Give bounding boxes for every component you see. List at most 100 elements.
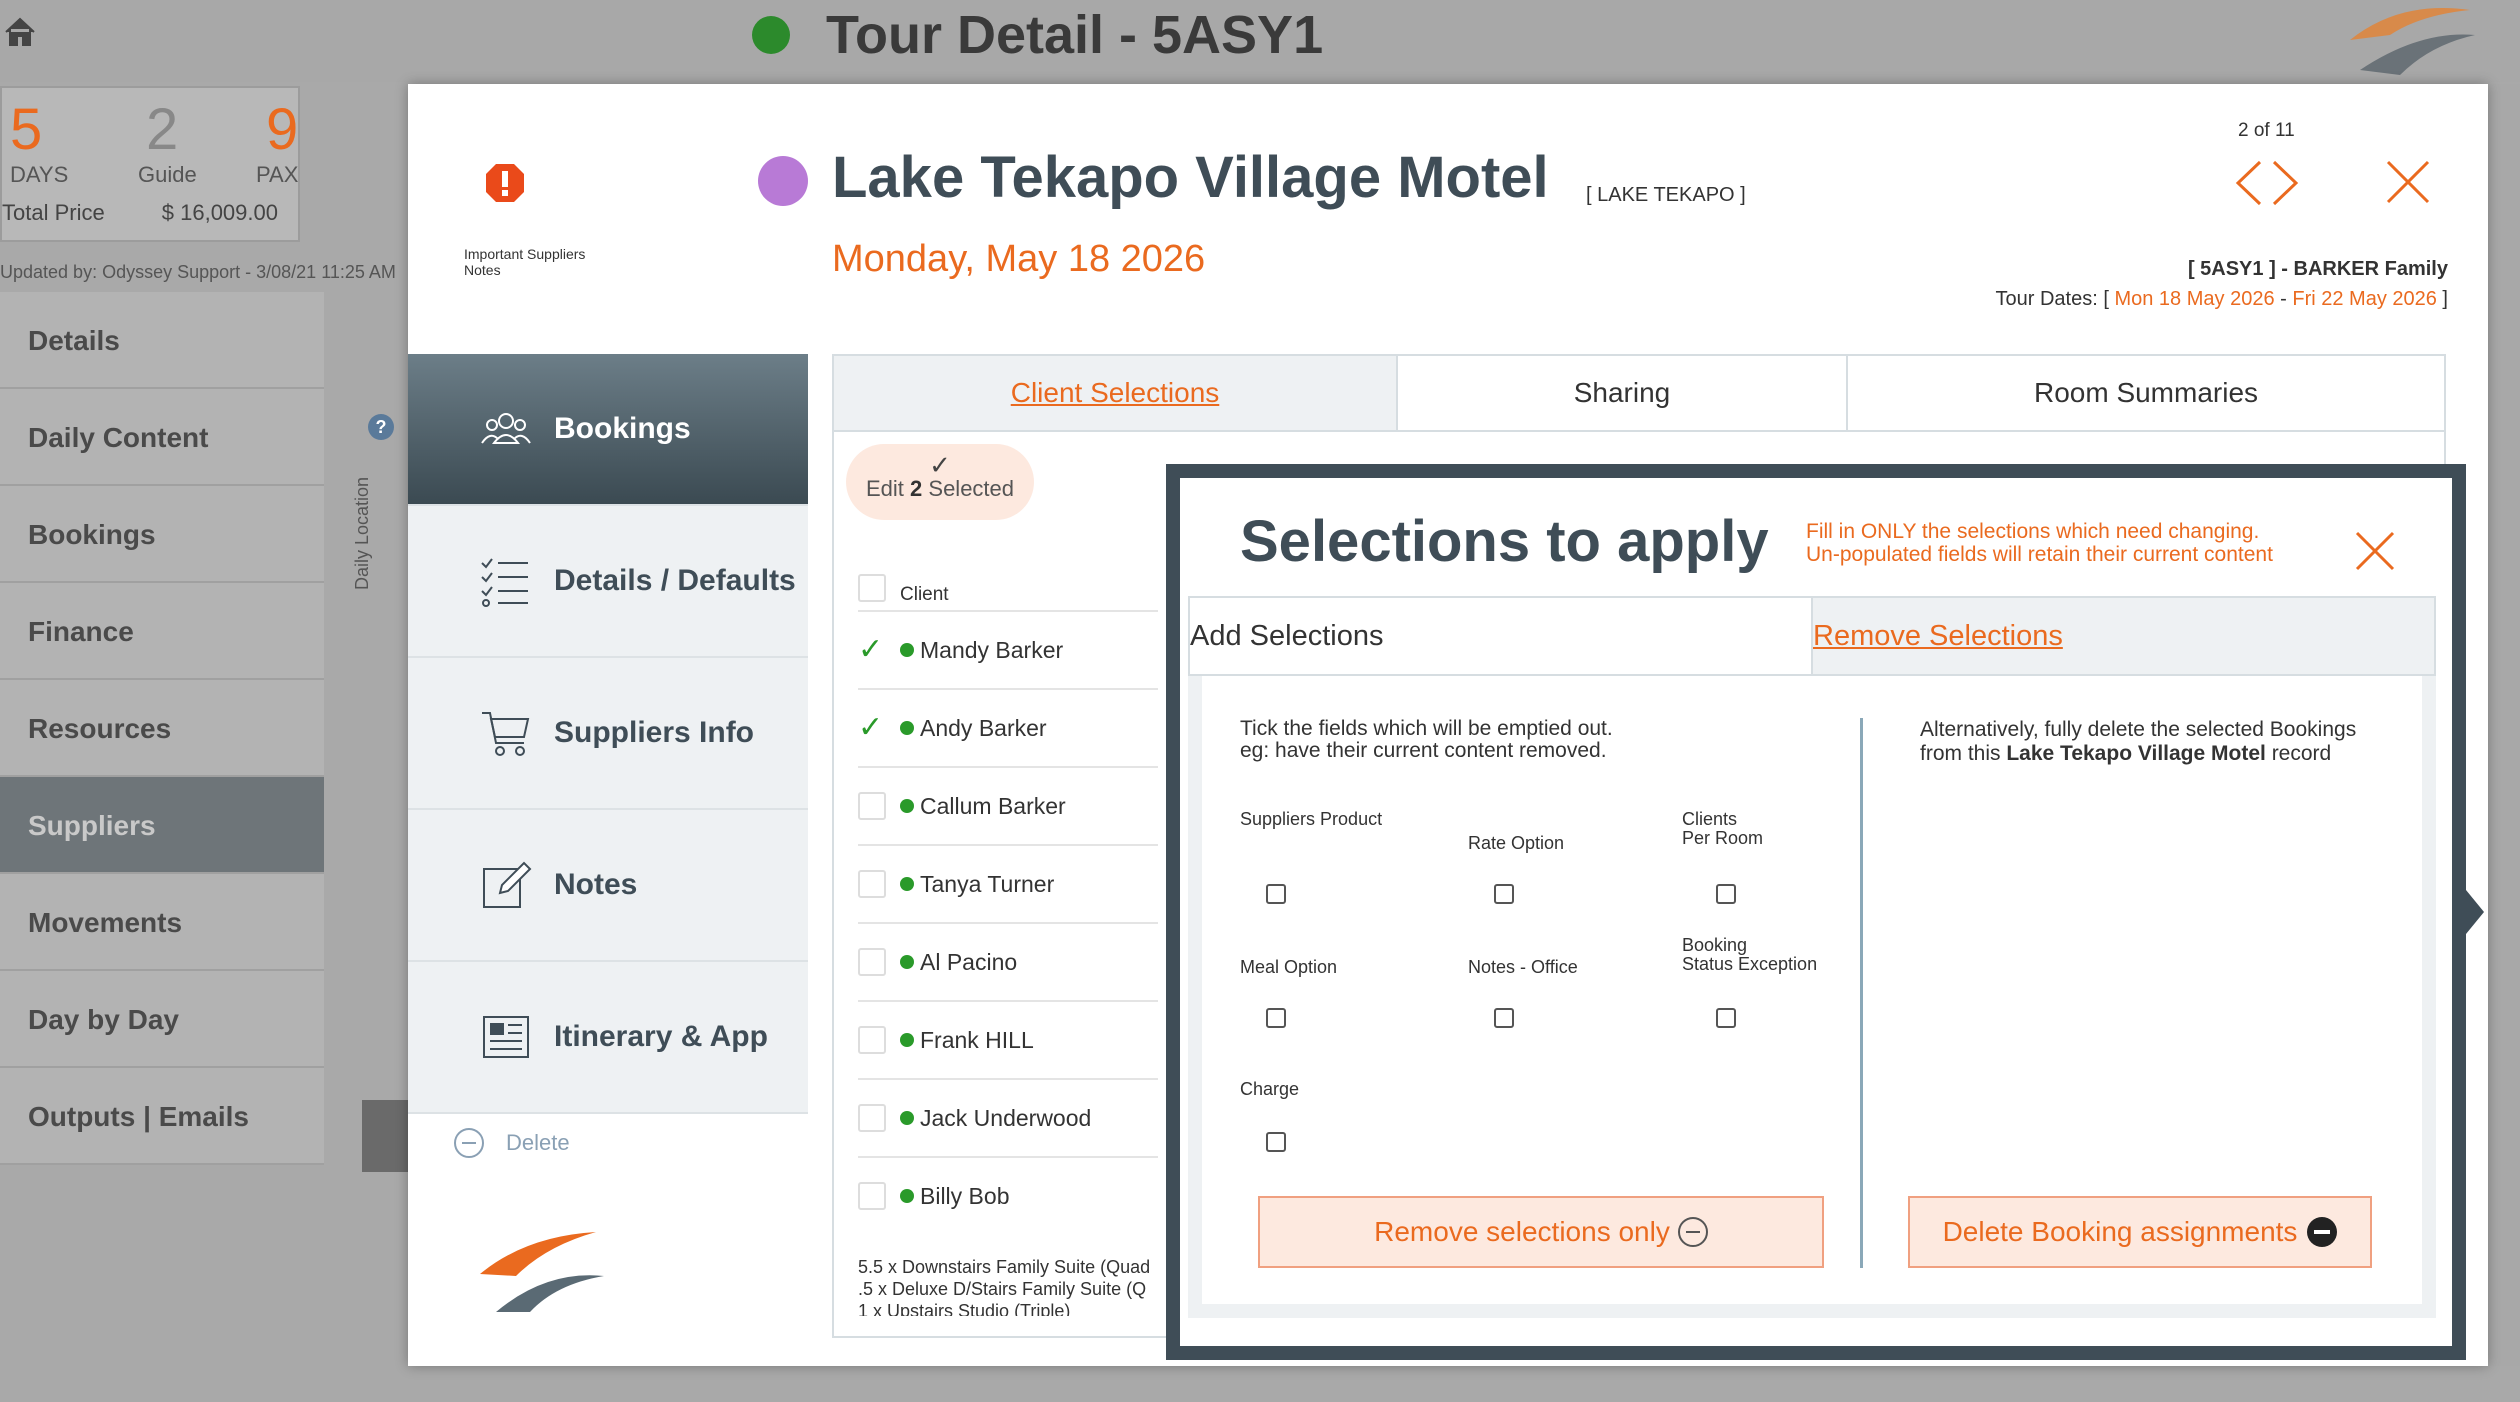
check-icon[interactable]: ✓ — [858, 713, 886, 743]
check-icon[interactable]: ✓ — [858, 635, 886, 665]
minus-circle-icon — [1677, 1217, 1708, 1247]
field-label-clients-per-room: Clients Per Room — [1682, 810, 1763, 848]
sidebar-item-movements[interactable]: Movements — [0, 874, 324, 971]
meal-option-checkbox[interactable] — [1266, 1008, 1286, 1028]
supplier-date: Monday, May 18 2026 — [832, 238, 1206, 280]
client-row[interactable]: Billy Bob — [858, 1156, 1158, 1234]
field-label-notes-office: Notes - Office — [1468, 957, 1578, 977]
booking-tabs: Client Selections Sharing Room Summaries — [832, 354, 2446, 432]
room-note: 5.5 x Downstairs Family Suite (Quad — [858, 1257, 1151, 1277]
sidebar-item-details[interactable]: Details — [0, 292, 324, 389]
instruction-line: Tick the fields which will be emptied ou… — [1240, 717, 1613, 740]
client-row[interactable]: Tanya Turner — [858, 844, 1158, 922]
client-name: Al Pacino — [920, 948, 1018, 975]
tab-client-selections[interactable]: Client Selections — [834, 356, 1398, 430]
suppliers-product-checkbox[interactable] — [1266, 884, 1286, 904]
edit-selected-button[interactable]: ✓ Edit 2 Selected — [846, 444, 1034, 520]
room-summary-notes: 5.5 x Downstairs Family Suite (Quad .5 x… — [858, 1256, 1178, 1316]
sidebar-nav: Details Daily Content Bookings Finance R… — [0, 292, 324, 1165]
tab-add-selections[interactable]: Add Selections — [1190, 598, 1813, 674]
important-notes-icon[interactable] — [484, 162, 526, 204]
client-name: Callum Barker — [920, 792, 1066, 819]
minus-circle-filled-icon — [2307, 1217, 2338, 1247]
client-row[interactable]: Jack Underwood — [858, 1078, 1158, 1156]
tour-dates-close: ] — [2436, 288, 2448, 310]
client-checkbox[interactable] — [858, 870, 886, 898]
tab-room-summaries[interactable]: Room Summaries — [1848, 356, 2444, 430]
alt-text-post: record — [2271, 742, 2332, 765]
status-dot — [900, 643, 914, 657]
client-name: Mandy Barker — [920, 636, 1064, 663]
close-icon[interactable] — [2354, 530, 2396, 572]
close-icon[interactable] — [2384, 158, 2432, 206]
client-row[interactable]: Al Pacino — [858, 922, 1158, 1000]
sidebar-item-outputs-emails[interactable]: Outputs | Emails — [0, 1068, 324, 1165]
menu-item-label: Suppliers Info — [554, 716, 755, 749]
chevron-left-icon[interactable] — [2232, 158, 2266, 208]
status-dot — [900, 721, 914, 735]
pax-label: PAX — [256, 162, 299, 187]
status-dot — [900, 877, 914, 891]
minus-circle-icon — [454, 1128, 484, 1158]
menu-item-label: Details / Defaults — [554, 564, 796, 597]
menu-item-label: Bookings — [554, 412, 691, 445]
client-row[interactable]: Frank HILL — [858, 1000, 1158, 1078]
brand-logo — [480, 1232, 604, 1312]
client-checkbox[interactable] — [858, 1182, 886, 1210]
menu-item-bookings[interactable]: Bookings — [408, 354, 808, 506]
add-button[interactable] — [362, 1100, 410, 1172]
booking-status-exception-checkbox[interactable] — [1716, 1008, 1736, 1028]
menu-item-itinerary-app[interactable]: Itinerary & App — [408, 962, 808, 1114]
tour-end-date: Fri 22 May 2026 — [2292, 288, 2437, 310]
client-row[interactable]: Callum Barker — [858, 766, 1158, 844]
sidebar-item-finance[interactable]: Finance — [0, 583, 324, 680]
sidebar-item-daily-content[interactable]: Daily Content — [0, 389, 324, 486]
client-row[interactable]: ✓ Mandy Barker — [858, 610, 1158, 688]
sidebar-item-resources[interactable]: Resources — [0, 680, 324, 777]
client-name: Frank HILL — [920, 1026, 1034, 1053]
delete-booking-assignments-button[interactable]: Delete Booking assignments — [1908, 1196, 2372, 1268]
checkmark-icon: ✓ — [929, 450, 951, 480]
status-dot — [900, 1189, 914, 1203]
pager: 2 of 11 — [2238, 120, 2295, 141]
sidebar-item-bookings[interactable]: Bookings — [0, 486, 324, 583]
sidebar-item-suppliers[interactable]: Suppliers — [0, 777, 324, 874]
page-title: Tour Detail - 5ASY1 — [826, 5, 1324, 65]
delete-booking-label: Delete Booking assignments — [1942, 1216, 2298, 1247]
client-checkbox[interactable] — [858, 1104, 886, 1132]
menu-item-notes[interactable]: Notes — [408, 810, 808, 962]
delete-alternative-text: Alternatively, fully delete the selected… — [1920, 718, 2360, 766]
select-all-checkbox[interactable] — [858, 574, 886, 602]
client-checkbox[interactable] — [858, 1026, 886, 1054]
status-dot — [900, 1033, 914, 1047]
supplier-location: [ LAKE TEKAPO ] — [1586, 184, 1746, 206]
status-dot — [752, 16, 790, 54]
room-note: 1 x Upstairs Studio (Triple) — [858, 1301, 1071, 1316]
guide-value: 2 — [146, 97, 179, 162]
remove-selections-label: Remove selections only — [1374, 1216, 1670, 1247]
home-icon[interactable] — [2, 14, 38, 50]
field-label-line: Clients — [1682, 809, 1738, 829]
clients-per-room-checkbox[interactable] — [1716, 884, 1736, 904]
delete-link[interactable]: Delete — [454, 1128, 570, 1158]
newspaper-icon — [483, 1016, 529, 1058]
charge-checkbox[interactable] — [1266, 1132, 1286, 1152]
tab-sharing[interactable]: Sharing — [1398, 356, 1848, 430]
help-icon[interactable]: ? — [368, 414, 394, 440]
client-checkbox[interactable] — [858, 948, 886, 976]
brand-logo — [2350, 8, 2475, 75]
field-label-line: Per Room — [1682, 828, 1764, 848]
client-checkbox[interactable] — [858, 792, 886, 820]
client-row[interactable]: ✓ Andy Barker — [858, 688, 1158, 766]
remove-selections-button[interactable]: Remove selections only — [1258, 1196, 1824, 1268]
menu-item-details-defaults[interactable]: Details / Defaults — [408, 506, 808, 658]
selected-count: 2 — [910, 476, 923, 501]
notes-office-checkbox[interactable] — [1494, 1008, 1514, 1028]
selections-title: Selections to apply — [1240, 509, 1769, 574]
rate-option-checkbox[interactable] — [1494, 884, 1514, 904]
menu-item-suppliers-info[interactable]: Suppliers Info — [408, 658, 808, 810]
sidebar-item-day-by-day[interactable]: Day by Day — [0, 971, 324, 1068]
chevron-right-icon[interactable] — [2268, 158, 2302, 208]
tab-remove-selections[interactable]: Remove Selections — [1813, 598, 2434, 674]
total-price-value: $ 16,009.00 — [161, 200, 278, 225]
